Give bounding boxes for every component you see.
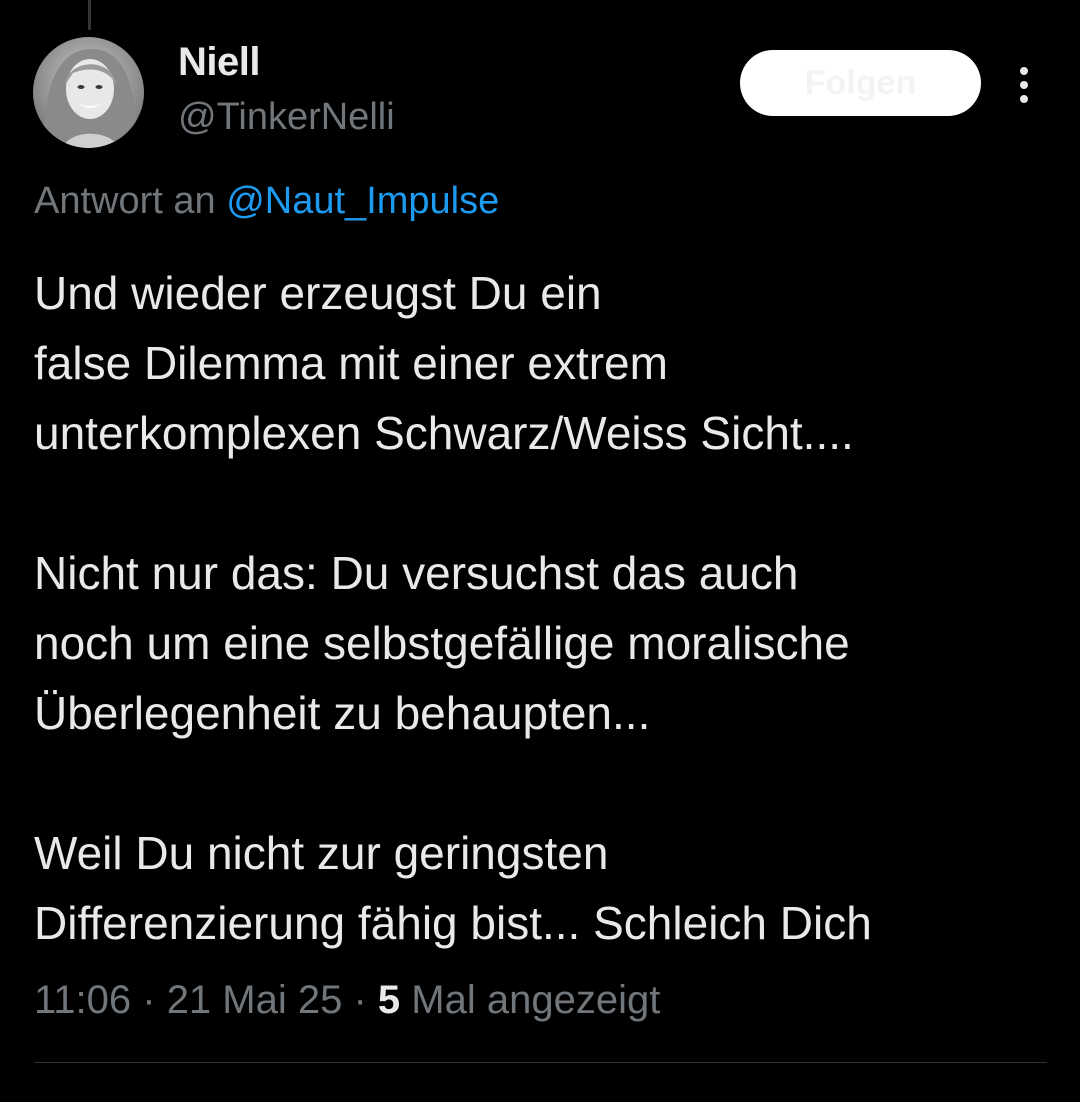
reply-context: Antwort an @Naut_Impulse (34, 180, 499, 223)
more-vertical-icon (1020, 67, 1028, 103)
tweet-text-blank-line (34, 748, 1064, 818)
tweet-text: Und wieder erzeugst Du ein false Dilemma… (34, 258, 1064, 958)
tweet-text-line: Überlegenheit zu behaupten... (34, 687, 651, 739)
views-count: 5 (377, 978, 401, 1022)
follow-button[interactable]: Folgen (740, 50, 981, 116)
tweet-text-line: false Dilemma mit einer extrem (34, 337, 668, 389)
tweet-text-line: Differenzierung fähig bist... Schleich D… (34, 897, 872, 949)
author-display-name[interactable]: Niell (178, 40, 260, 85)
avatar-image (33, 37, 144, 148)
tweet-metadata: 11:06 · 21 Mai 25 · 5 Mal angezeigt (34, 978, 660, 1023)
meta-separator: · (342, 978, 378, 1022)
tweet-text-blank-line (34, 468, 1064, 538)
tweet-date[interactable]: 21 Mai 25 (167, 978, 343, 1022)
tweet-time[interactable]: 11:06 (34, 978, 131, 1022)
divider (34, 1062, 1047, 1063)
views-label: Mal angezeigt (400, 978, 661, 1022)
thread-connector-line (88, 0, 91, 30)
tweet-text-line: Weil Du nicht zur geringsten (34, 827, 609, 879)
more-options-button[interactable] (1006, 60, 1042, 110)
tweet-text-line: unterkomplexen Schwarz/Weiss Sicht.... (34, 407, 854, 459)
tweet-text-line: noch um eine selbstgefällige moralische (34, 617, 850, 669)
tweet-text-line: Nicht nur das: Du versuchst das auch (34, 547, 799, 599)
reply-target-link[interactable]: @Naut_Impulse (226, 180, 499, 222)
author-handle[interactable]: @TinkerNelli (178, 96, 395, 139)
tweet-text-line: Und wieder erzeugst Du ein (34, 267, 602, 319)
reply-prefix: Antwort an (34, 180, 227, 222)
avatar[interactable] (33, 37, 144, 148)
meta-separator: · (131, 978, 167, 1022)
